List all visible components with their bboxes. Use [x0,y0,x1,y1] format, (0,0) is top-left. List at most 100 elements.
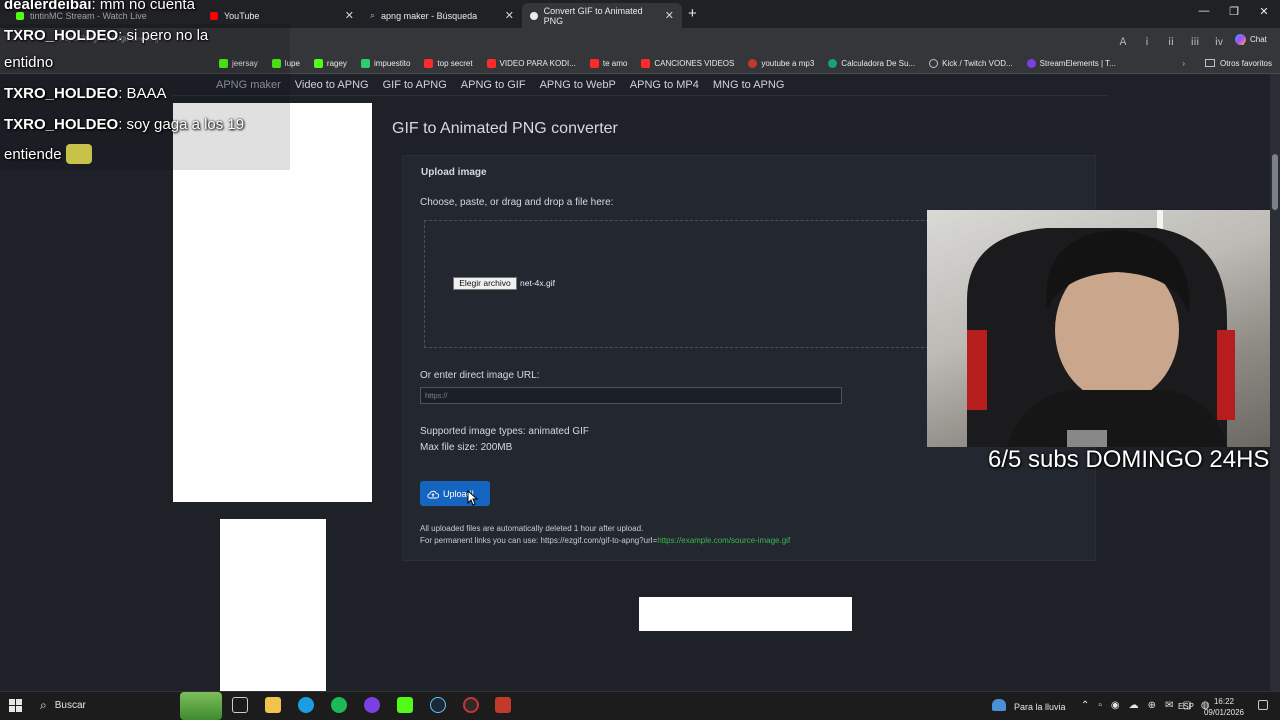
chat-message: TXRO_HOLDEO: BAAA [4,85,167,102]
calculator-icon [828,58,838,68]
close-tab-icon[interactable]: ✕ [505,9,514,22]
page-title: GIF to Animated PNG converter [392,120,618,137]
tab-label: apng maker - Búsqueda [381,10,478,21]
nav-item[interactable]: MNG to APNG [713,79,785,91]
supported-types: Supported image types: animated GIF [420,426,589,437]
bookmark-item[interactable]: ragey [307,58,354,68]
youtube-icon [424,58,434,68]
spotify-icon[interactable] [331,697,347,713]
recorder-icon[interactable] [495,697,511,713]
tab-search[interactable]: ⌕ apng maker - Búsqueda ✕ [362,3,522,28]
bookmark-item[interactable]: impuestito [354,58,417,68]
youtube-icon [486,58,496,68]
clock[interactable]: 16:22 09/01/2026 [1203,696,1245,718]
search-highlight-image [180,692,222,720]
chat-text: entiende [4,145,62,163]
nav-item[interactable]: APNG to GIF [461,79,526,91]
bookmark-item[interactable]: Kick / Twitch VOD... [922,58,1020,68]
ezgif-icon [530,11,538,20]
bookmark-item[interactable]: VIDEO PARA KODI... [480,58,583,68]
image-url-input[interactable]: https:// [420,387,842,404]
sheet-icon [360,58,370,68]
search-icon: ⌕ [40,698,47,712]
kick-icon[interactable] [397,697,413,713]
ad-banner-left-bottom[interactable] [220,519,326,691]
chat-text: mm no cuenta [99,0,195,13]
chat-label: Chat [1250,35,1267,44]
globe-icon [929,58,939,68]
task-view-icon[interactable] [232,697,248,713]
permanent-link-note: For permanent links you can use: https:/… [420,536,790,545]
mouse-cursor-icon [467,490,478,506]
app-icon[interactable] [364,697,380,713]
new-tab-button[interactable]: + [688,5,697,22]
nav-item[interactable]: APNG to MP4 [630,79,699,91]
kick-icon [313,58,323,68]
chat-text: si pero no la [126,27,209,44]
chat-button[interactable]: Chat [1235,34,1267,45]
choose-file-button[interactable]: Elegir archivo [453,277,517,290]
max-file-size: Max file size: 200MB [420,442,513,453]
stream-overlay-text: 6/5 subs DOMINGO 24HS [988,446,1270,473]
search-icon: ⌕ [370,10,376,20]
folder-icon [1204,59,1215,67]
bookmark-item[interactable]: top secret [417,58,479,68]
edge-icon[interactable] [298,697,314,713]
tab-label: YouTube [224,10,260,21]
weather-text[interactable]: Para la lluvia [1014,702,1066,712]
chat-text: soy gaga a los 19 [126,116,245,133]
close-tab-icon[interactable]: ✕ [665,9,674,22]
streamelements-icon [1026,58,1036,68]
example-link[interactable]: https://example.com/source-image.gif [657,536,790,545]
nav-item[interactable]: Video to APNG [295,79,369,91]
youtube-icon [641,58,651,68]
chat-user: dealerdeibai [4,0,92,13]
upload-button[interactable]: Upload! [420,481,490,506]
permanent-link-text: For permanent links you can use: https:/… [420,536,658,545]
site-nav: APNG maker Video to APNG GIF to APNG APN… [172,74,1108,96]
bookmark-item[interactable]: Calculadora De Su... [821,58,922,68]
windows-start-icon[interactable] [9,699,22,712]
music-icon [748,58,758,68]
chevron-right-icon: › [1182,58,1185,68]
chat-text: BAAA [126,85,167,102]
chat-message: dealerdeibai: mm no cuenta [4,0,195,13]
youtube-icon [210,11,218,20]
language-indicator[interactable]: ESP [1178,702,1194,711]
clock-date: 09/01/2026 [1203,708,1245,717]
bookmark-item[interactable]: te amo [583,58,634,68]
steam-icon[interactable] [430,697,446,713]
notifications-icon[interactable] [1258,700,1268,710]
close-tab-icon[interactable]: ✕ [345,9,354,22]
cloud-upload-icon [427,490,439,498]
page-scrollbar[interactable] [1270,74,1280,691]
youtube-icon [589,58,599,68]
auto-delete-note: All uploaded files are automatically del… [420,524,644,533]
close-window-button[interactable]: ✕ [1249,5,1279,18]
weather-icon [992,699,1006,711]
chat-message: TXRO_HOLDEO: si pero no la [4,27,209,44]
emote-icon [65,144,92,164]
chat-user: TXRO_HOLDEO [4,116,119,133]
chat-user: TXRO_HOLDEO [4,27,119,44]
bookmark-item[interactable]: youtube a mp3 [741,58,821,68]
nav-item[interactable]: APNG to WebP [540,79,616,91]
ad-banner-bottom[interactable] [639,597,852,631]
tray-icons[interactable]: ⌃▫◉☁⊕✉▢◍ [1081,700,1219,711]
choose-label: Choose, paste, or drag and drop a file h… [420,197,614,208]
minimize-button[interactable]: — [1189,5,1219,17]
upload-heading: Upload image [421,167,487,178]
bookmark-item[interactable]: StreamElements | T... [1020,58,1123,68]
maximize-button[interactable]: ❐ [1219,5,1249,18]
bookmark-item[interactable]: CANCIONES VIDEOS [634,58,741,68]
file-explorer-icon[interactable] [265,697,281,713]
streamer-silhouette [967,210,1235,447]
tab-ezgif[interactable]: Convert GIF to Animated PNG ✕ [522,3,682,28]
chat-text: entidno [4,54,54,71]
webcam-feed [927,210,1280,447]
nav-item[interactable]: GIF to APNG [383,79,447,91]
url-label: Or enter direct image URL: [420,370,540,381]
obs-icon[interactable] [463,697,479,713]
other-bookmarks[interactable]: › Otros favoritos [1182,59,1280,68]
scrollbar-thumb[interactable] [1272,154,1278,210]
